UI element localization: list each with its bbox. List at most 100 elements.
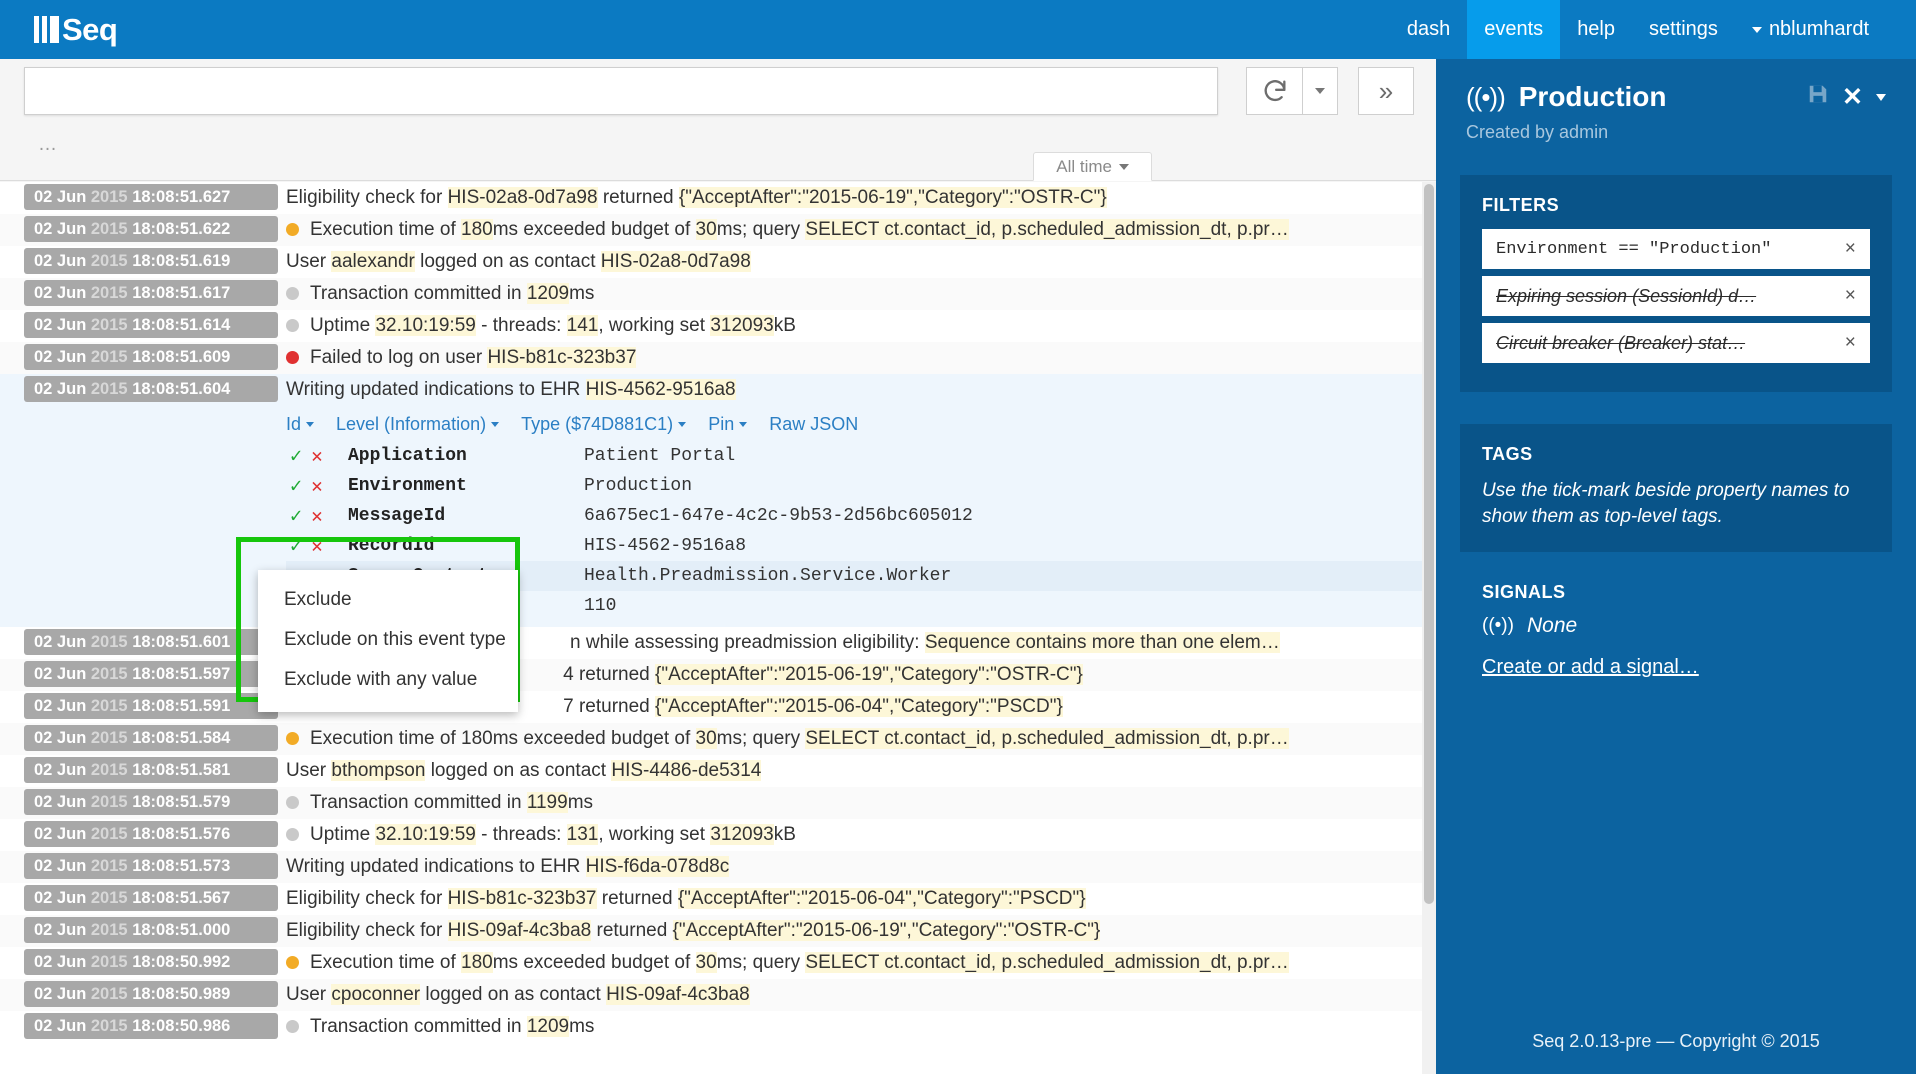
event-message: Execution time of 180ms exceeded budget …	[310, 952, 1289, 973]
action-pin[interactable]: Pin	[708, 414, 748, 435]
event-timestamp: 02 Jun 2015 18:08:51.619	[24, 248, 278, 274]
table-row[interactable]: 02 Jun 2015 18:08:51.591 Eli7 returned {…	[0, 691, 1436, 723]
event-message-wrap: Eligibility check for HIS-02a8-0d7a98 re…	[278, 182, 1436, 212]
table-row[interactable]: 02 Jun 2015 18:08:51.617 Transaction com…	[0, 278, 1436, 310]
brand-logo[interactable]: Seq	[0, 0, 118, 59]
table-row[interactable]: 02 Jun 2015 18:08:51.601 n while assessi…	[0, 627, 1436, 659]
table-row[interactable]: 02 Jun 2015 18:08:51.581 User bthompson …	[0, 755, 1436, 787]
signals-label: SIGNALS	[1482, 582, 1566, 602]
menu-item-exclude-with-any-value[interactable]: Exclude with any value	[258, 660, 518, 700]
tick-icon[interactable]: ✓	[286, 473, 306, 499]
time-tab-bar: All time	[0, 152, 1436, 181]
event-timestamp: 02 Jun 2015 18:08:51.627	[24, 184, 278, 210]
table-row[interactable]: 02 Jun 2015 18:08:51.614 Uptime 32.10:19…	[0, 310, 1436, 342]
menu-item-exclude-on-this-event-type[interactable]: Exclude on this event type	[258, 620, 518, 660]
table-row[interactable]: 02 Jun 2015 18:08:50.986 Transaction com…	[0, 1011, 1436, 1043]
table-row[interactable]: 02 Jun 2015 18:08:50.992 Execution time …	[0, 947, 1436, 979]
property-value: Health.Preadmission.Service.Worker	[584, 566, 952, 586]
main-panel: » … All time 02 Jun 2015 18:08:51.627 El…	[0, 59, 1436, 1074]
filters-panel: FILTERS Environment == "Production" × Ex…	[1460, 175, 1892, 392]
property-name: Application	[348, 446, 467, 466]
level-dot-icon	[286, 732, 299, 745]
event-message-wrap: Transaction committed in 1199ms	[278, 787, 1436, 817]
nav-item-dash[interactable]: dash	[1390, 0, 1467, 59]
action-type[interactable]: Type ($74D881C1)	[521, 414, 687, 435]
table-row[interactable]: 02 Jun 2015 18:08:51.579 Transaction com…	[0, 787, 1436, 819]
sidebar-created-by: Created by admin	[1466, 122, 1609, 142]
floppy-disk-icon	[1809, 85, 1827, 103]
menu-item-exclude[interactable]: Exclude	[258, 580, 518, 620]
chevron-down-icon[interactable]	[1876, 93, 1886, 101]
nav-item-help[interactable]: help	[1560, 0, 1632, 59]
cross-icon[interactable]: ✕	[306, 505, 328, 528]
sidebar-header: ((•)) Production ✕	[1436, 59, 1916, 113]
time-range-selector[interactable]: All time	[1033, 152, 1152, 181]
remove-filter-icon[interactable]: ×	[1837, 285, 1856, 307]
event-message: Transaction committed in 1209ms	[310, 1016, 595, 1037]
action-id[interactable]: Id	[286, 414, 315, 435]
close-icon[interactable]: ✕	[1842, 82, 1863, 112]
property-name: MessageId	[348, 506, 446, 526]
cross-icon[interactable]: ✕	[306, 445, 328, 468]
search-box[interactable]	[24, 67, 1218, 115]
chevron-down-icon	[1751, 26, 1762, 33]
event-list-scrollbar[interactable]	[1422, 182, 1436, 1074]
table-row[interactable]: 02 Jun 2015 18:08:50.989 User cpoconner …	[0, 979, 1436, 1011]
save-icon[interactable]	[1807, 83, 1829, 111]
refresh-dropdown-button[interactable]	[1302, 67, 1338, 115]
scrollbar-thumb[interactable]	[1424, 184, 1434, 904]
event-timestamp: 02 Jun 2015 18:08:50.986	[24, 1013, 278, 1039]
tags-note: Use the tick-mark beside property names …	[1482, 480, 1850, 527]
tick-icon[interactable]: ✓	[286, 503, 306, 529]
event-message: Writing updated indications to EHR HIS-4…	[286, 379, 736, 400]
table-row[interactable]: 02 Jun 2015 18:08:51.609 Failed to log o…	[0, 342, 1436, 374]
event-message: User cpoconner logged on as contact HIS-…	[286, 984, 750, 1005]
table-row[interactable]: 02 Jun 2015 18:08:51.597 Eli4 returned {…	[0, 659, 1436, 691]
remove-filter-icon[interactable]: ×	[1837, 238, 1856, 260]
nav-item-settings[interactable]: settings	[1632, 0, 1735, 59]
signals-value-row: ((•)) None	[1482, 614, 1870, 638]
action-level[interactable]: Level (Information)	[336, 414, 500, 435]
nav-item-events[interactable]: events	[1467, 0, 1561, 59]
property-row: ✓ ✕ Environment Production	[286, 471, 1436, 501]
event-list[interactable]: 02 Jun 2015 18:08:51.627 Eligibility che…	[0, 182, 1436, 1074]
table-row[interactable]: 02 Jun 2015 18:08:51.000 Eligibility che…	[0, 915, 1436, 947]
forward-button[interactable]: »	[1358, 67, 1414, 115]
refresh-icon	[1264, 80, 1285, 102]
tick-icon[interactable]: ✓	[286, 443, 306, 469]
event-message-wrap: Writing updated indications to EHR HIS-f…	[278, 851, 1436, 881]
cross-icon[interactable]: ✕	[306, 535, 328, 558]
property-row: ✓ ✕ RecordId HIS-4562-9516a8	[286, 531, 1436, 561]
filter-item[interactable]: Expiring session (SessionId) d… ×	[1482, 276, 1870, 316]
search-input[interactable]	[25, 68, 1217, 114]
property-row: ✓ ✕ Application Patient Portal	[286, 441, 1436, 471]
property-value: 6a675ec1-647e-4c2c-9b53-2d56bc605012	[584, 506, 973, 526]
chevron-down-icon	[491, 422, 500, 427]
table-row[interactable]: 02 Jun 2015 18:08:51.619 User aalexandr …	[0, 246, 1436, 278]
table-row[interactable]: 02 Jun 2015 18:08:51.567 Eligibility che…	[0, 883, 1436, 915]
table-row-selected[interactable]: 02 Jun 2015 18:08:51.604 Writing updated…	[0, 374, 1436, 406]
event-message: Writing updated indications to EHR HIS-f…	[286, 856, 730, 877]
refresh-button[interactable]	[1246, 67, 1302, 115]
table-row[interactable]: 02 Jun 2015 18:08:51.573 Writing updated…	[0, 851, 1436, 883]
property-name: RecordId	[348, 536, 435, 556]
event-timestamp: 02 Jun 2015 18:08:51.601	[24, 629, 278, 655]
table-row[interactable]: 02 Jun 2015 18:08:51.584 Execution time …	[0, 723, 1436, 755]
level-dot-icon	[286, 319, 299, 332]
tick-icon[interactable]: ✓	[286, 533, 306, 559]
event-timestamp: 02 Jun 2015 18:08:51.567	[24, 885, 278, 911]
filter-item[interactable]: Environment == "Production" ×	[1482, 229, 1870, 269]
user-menu[interactable]: nblumhardt	[1735, 0, 1886, 59]
event-message-wrap: Uptime 32.10:19:59 - threads: 141, worki…	[278, 310, 1436, 340]
level-dot-icon	[286, 351, 299, 364]
create-or-add-signal-link[interactable]: Create or add a signal…	[1482, 656, 1699, 679]
table-row[interactable]: 02 Jun 2015 18:08:51.576 Uptime 32.10:19…	[0, 819, 1436, 851]
table-row[interactable]: 02 Jun 2015 18:08:51.622 Execution time …	[0, 214, 1436, 246]
action-raw-json[interactable]: Raw JSON	[769, 414, 858, 435]
remove-filter-icon[interactable]: ×	[1837, 332, 1856, 354]
event-timestamp: 02 Jun 2015 18:08:51.617	[24, 280, 278, 306]
top-navigation-bar: Seq dash events help settings nblumhardt	[0, 0, 1916, 59]
table-row[interactable]: 02 Jun 2015 18:08:51.627 Eligibility che…	[0, 182, 1436, 214]
filter-item[interactable]: Circuit breaker (Breaker) stat… ×	[1482, 323, 1870, 363]
cross-icon[interactable]: ✕	[306, 475, 328, 498]
